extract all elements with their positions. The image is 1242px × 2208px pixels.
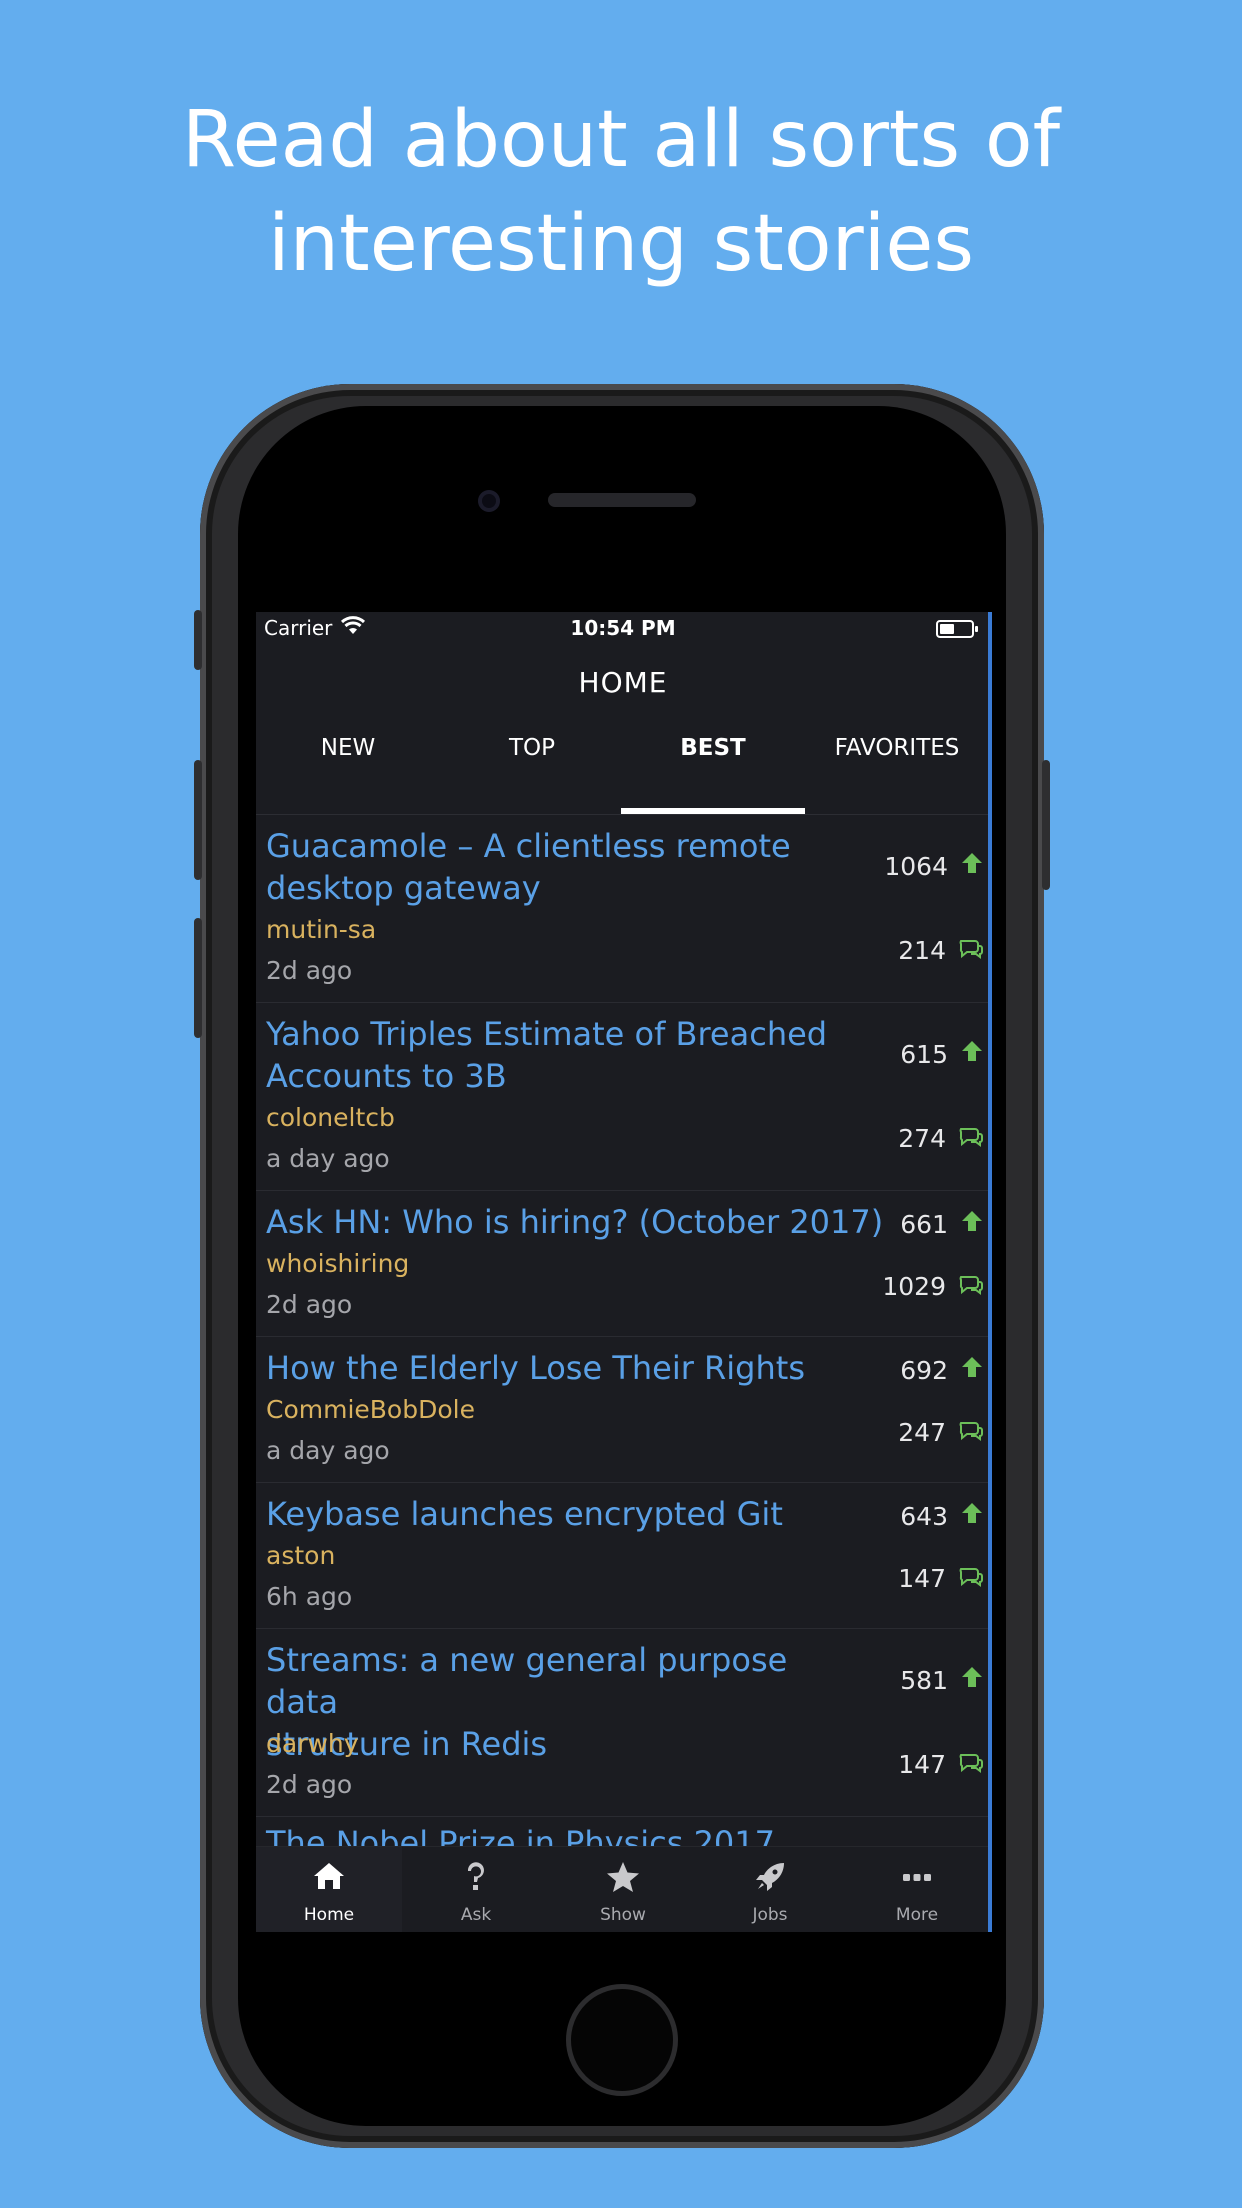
- rocket-icon: [697, 1861, 843, 1895]
- story-age: 2d ago: [266, 1770, 353, 1799]
- story-row[interactable]: Keybase launches encrypted Git aston 6h …: [256, 1483, 990, 1629]
- volume-down-button: [194, 918, 202, 1038]
- tabbar-item-show[interactable]: Show: [550, 1847, 696, 1932]
- tabbar-item-home[interactable]: Home: [256, 1847, 402, 1932]
- tabbar-item-ask[interactable]: Ask: [403, 1847, 549, 1932]
- story-title[interactable]: Keybase launches encrypted Git: [266, 1493, 866, 1535]
- story-row[interactable]: Guacamole – A clientless remote desktop …: [256, 815, 990, 1003]
- comments-icon: [958, 1272, 984, 1301]
- points-count: 615: [900, 1039, 948, 1069]
- story-row[interactable]: Yahoo Triples Estimate of Breached Accou…: [256, 1003, 990, 1191]
- comments-count: 147: [898, 1564, 946, 1593]
- tabbar-label: Show: [600, 1905, 646, 1925]
- story-title[interactable]: How the Elderly Lose Their Rights: [266, 1347, 866, 1389]
- tab-favorites[interactable]: FAVORITES: [805, 724, 989, 796]
- home-button[interactable]: [566, 1984, 678, 2096]
- story-title[interactable]: Ask HN: Who is hiring? (October 2017): [266, 1201, 886, 1243]
- comments-icon: [958, 1564, 984, 1593]
- headline-line-1: Read about all sorts of: [181, 95, 1061, 185]
- upvote-arrow-icon: [960, 1355, 984, 1385]
- story-title[interactable]: Guacamole – A clientless remote desktop …: [266, 825, 866, 909]
- points-metric[interactable]: 1064: [884, 851, 984, 881]
- story-author[interactable]: CommieBobDole: [266, 1395, 475, 1424]
- points-count: 643: [900, 1501, 948, 1531]
- volume-up-button: [194, 760, 202, 880]
- app-screen: Carrier 10:54 PM HOME NEW TOP BEST FAVOR…: [256, 612, 990, 1932]
- story-author[interactable]: aston: [266, 1541, 335, 1570]
- points-count: 692: [900, 1355, 948, 1385]
- story-age: 6h ago: [266, 1582, 353, 1611]
- upvote-arrow-icon: [960, 851, 984, 881]
- status-bar: Carrier 10:54 PM: [256, 612, 990, 646]
- question-icon: [403, 1861, 549, 1895]
- home-icon: [256, 1861, 402, 1895]
- points-metric[interactable]: 643: [900, 1501, 984, 1531]
- points-metric[interactable]: 692: [900, 1355, 984, 1385]
- star-icon: [550, 1861, 696, 1895]
- comments-count: 1029: [882, 1272, 946, 1301]
- promo-headline: Read about all sorts of interesting stor…: [0, 88, 1242, 296]
- status-time: 10:54 PM: [570, 616, 676, 640]
- more-icon: [844, 1861, 990, 1895]
- story-author[interactable]: whoishiring: [266, 1249, 409, 1278]
- story-age: a day ago: [266, 1144, 390, 1173]
- points-count: 1064: [884, 851, 948, 881]
- comments-count: 214: [898, 936, 946, 965]
- screen-edge: [988, 612, 992, 1932]
- comments-metric[interactable]: 147: [898, 1750, 984, 1779]
- story-age: a day ago: [266, 1436, 390, 1465]
- tabbar-item-more[interactable]: More: [844, 1847, 990, 1932]
- mute-switch: [194, 610, 202, 670]
- story-author[interactable]: coloneltcb: [266, 1103, 395, 1132]
- tabbar-item-jobs[interactable]: Jobs: [697, 1847, 843, 1932]
- upvote-arrow-icon: [960, 1501, 984, 1531]
- bottom-tab-bar: Home Ask Show Jobs More: [256, 1846, 990, 1932]
- points-count: 581: [900, 1665, 948, 1695]
- tabbar-label: Ask: [460, 1905, 492, 1925]
- story-author[interactable]: mutin-sa: [266, 915, 376, 944]
- comments-metric[interactable]: 214: [898, 936, 984, 965]
- story-row[interactable]: How the Elderly Lose Their Rights Commie…: [256, 1337, 990, 1483]
- points-count: 661: [900, 1209, 948, 1239]
- comments-metric[interactable]: 1029: [882, 1272, 984, 1301]
- comments-icon: [958, 1124, 984, 1153]
- story-age: 2d ago: [266, 1290, 353, 1319]
- comments-icon: [958, 936, 984, 965]
- tab-best[interactable]: BEST: [621, 724, 805, 796]
- comments-metric[interactable]: 247: [898, 1418, 984, 1447]
- power-button: [1042, 760, 1050, 890]
- story-tabs: NEW TOP BEST FAVORITES: [256, 724, 990, 796]
- story-author[interactable]: darwhy: [266, 1729, 359, 1758]
- comments-count: 247: [898, 1418, 946, 1447]
- upvote-arrow-icon: [960, 1039, 984, 1069]
- earpiece-speaker: [548, 493, 696, 507]
- comments-icon: [958, 1750, 984, 1779]
- tab-top[interactable]: TOP: [440, 724, 624, 796]
- comments-count: 147: [898, 1750, 946, 1779]
- tabbar-label: Home: [303, 1905, 355, 1925]
- page-title: HOME: [578, 666, 668, 699]
- story-title[interactable]: Yahoo Triples Estimate of Breached Accou…: [266, 1013, 866, 1097]
- upvote-arrow-icon: [960, 1209, 984, 1239]
- story-row[interactable]: Ask HN: Who is hiring? (October 2017) wh…: [256, 1191, 990, 1337]
- comments-icon: [958, 1418, 984, 1447]
- story-age: 2d ago: [266, 956, 353, 985]
- comments-metric[interactable]: 274: [898, 1124, 984, 1153]
- upvote-arrow-icon: [960, 1665, 984, 1695]
- comments-metric[interactable]: 147: [898, 1564, 984, 1593]
- tab-new[interactable]: NEW: [256, 724, 440, 796]
- points-metric[interactable]: 615: [900, 1039, 984, 1069]
- tabbar-label: More: [895, 1905, 939, 1925]
- comments-count: 274: [898, 1124, 946, 1153]
- points-metric[interactable]: 661: [900, 1209, 984, 1239]
- headline-line-2: interesting stories: [268, 199, 974, 289]
- tabbar-label: Jobs: [752, 1905, 788, 1925]
- battery-icon: [936, 620, 978, 638]
- front-camera: [478, 490, 500, 512]
- story-row[interactable]: Streams: a new general purpose data stru…: [256, 1629, 990, 1817]
- points-metric[interactable]: 581: [900, 1665, 984, 1695]
